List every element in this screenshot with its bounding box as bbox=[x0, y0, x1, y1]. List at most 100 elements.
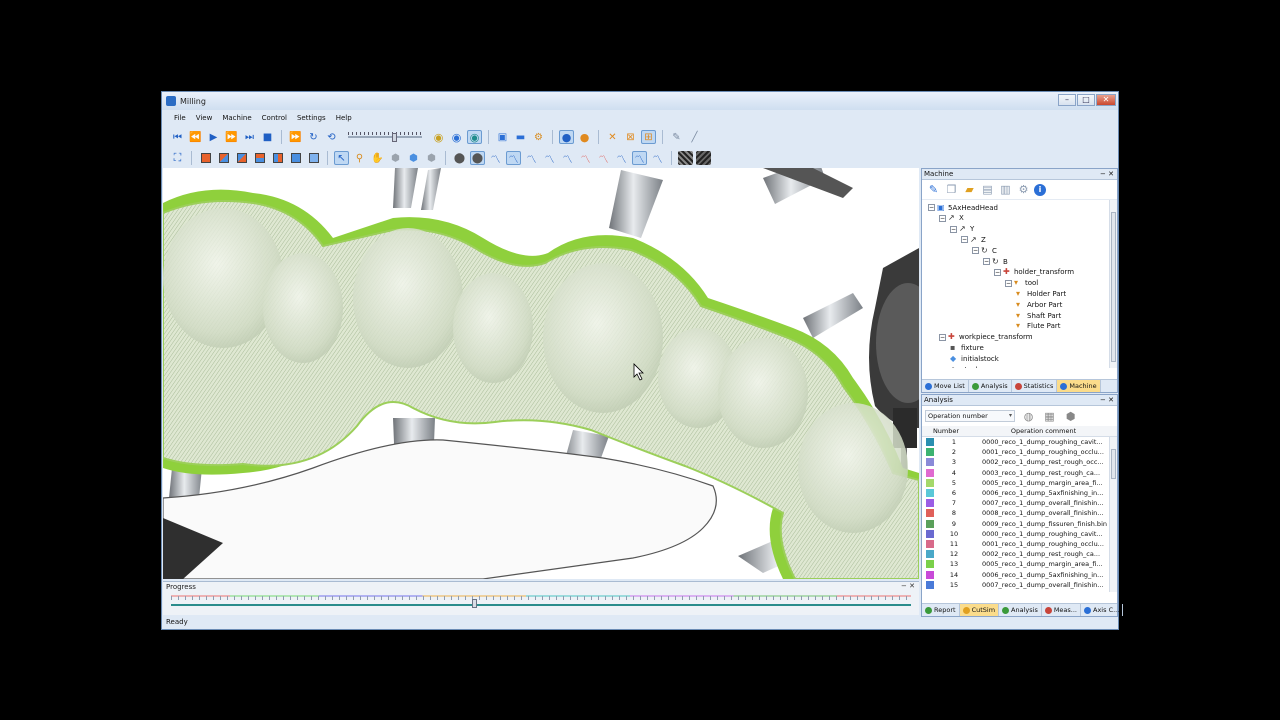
path-icon-2[interactable]: 〽 bbox=[506, 151, 521, 166]
menu-file[interactable]: File bbox=[174, 114, 186, 122]
tree-item[interactable]: − ↗ X bbox=[939, 213, 964, 224]
loop-icon[interactable]: ↻ bbox=[306, 130, 321, 144]
tree-item[interactable]: ▾ Shaft Part bbox=[1016, 310, 1061, 321]
table-row[interactable]: 3 0002_reco_1_dump_rest_rough_occ... bbox=[922, 457, 1117, 467]
hand-icon[interactable]: ✋ bbox=[370, 151, 385, 165]
view-cube-6-icon[interactable] bbox=[288, 151, 303, 165]
progress-slider-knob[interactable] bbox=[472, 599, 478, 608]
sphere-icon[interactable]: ◉ bbox=[467, 130, 482, 144]
shape-gray-icon[interactable]: ⬢ bbox=[388, 151, 403, 165]
machine-panel-controls[interactable]: − ✕ bbox=[1100, 169, 1114, 180]
export-icon[interactable]: ▥ bbox=[998, 182, 1013, 197]
ruler-icon[interactable]: ▬ bbox=[513, 130, 528, 144]
view-cube-3-icon[interactable] bbox=[234, 151, 249, 165]
rewind-start-icon[interactable]: ⏮ bbox=[170, 130, 185, 144]
menu-view[interactable]: View bbox=[196, 114, 213, 122]
progress-track[interactable] bbox=[171, 604, 911, 606]
disc-icon[interactable]: ◉ bbox=[449, 130, 464, 144]
collision-grid-icon[interactable]: ⊠ bbox=[623, 130, 638, 144]
fast-forward-icon[interactable]: ⏩ bbox=[288, 130, 303, 144]
tool-pick-icon[interactable]: ✎ bbox=[669, 130, 684, 144]
step-forward-icon[interactable]: ⏩ bbox=[224, 130, 239, 144]
analysis-mode-select[interactable]: Operation number bbox=[925, 410, 1015, 422]
tree-item[interactable]: ▾ Holder Part bbox=[1016, 288, 1066, 299]
table-row[interactable]: 4 0003_reco_1_dump_rest_rough_ca... bbox=[922, 468, 1117, 478]
tree-expander[interactable]: − bbox=[961, 236, 968, 244]
table-row[interactable]: 6 0006_reco_1_dump_5axfinishing_in... bbox=[922, 488, 1117, 498]
tree-expander[interactable]: − bbox=[1005, 279, 1012, 287]
view-cube-5-icon[interactable] bbox=[270, 151, 285, 165]
tree-item[interactable]: − ↻ C bbox=[972, 245, 997, 256]
path-icon-3[interactable]: 〽 bbox=[524, 151, 539, 166]
tree-item[interactable]: − ▾ tool bbox=[1005, 278, 1038, 289]
info-icon[interactable]: i bbox=[1034, 183, 1046, 196]
cube-blue-icon[interactable]: ⬢ bbox=[406, 151, 421, 165]
grid-icon[interactable]: ▦ bbox=[1042, 409, 1057, 424]
tab-report[interactable]: Report bbox=[922, 604, 960, 616]
path-icon-10[interactable]: 〽 bbox=[650, 151, 665, 166]
tree-item[interactable]: ▾ Arbor Part bbox=[1016, 299, 1062, 310]
droplet-active-icon[interactable]: ⬤ bbox=[470, 151, 485, 165]
tab-axis-c[interactable]: Axis C... bbox=[1081, 604, 1124, 616]
path-icon-7[interactable]: 〽 bbox=[596, 151, 611, 166]
save-icon[interactable]: ▤ bbox=[980, 182, 995, 197]
tree-expander[interactable]: − bbox=[950, 225, 957, 233]
texture-icon[interactable] bbox=[678, 151, 693, 165]
step-back-icon[interactable]: ⏪ bbox=[188, 130, 203, 144]
table-row[interactable]: 8 0008_reco_1_dump_overall_finishin... bbox=[922, 508, 1117, 518]
orange-sphere-icon[interactable]: ● bbox=[577, 130, 592, 144]
3d-viewport[interactable] bbox=[163, 168, 919, 579]
table-scrollbar[interactable] bbox=[1109, 437, 1117, 592]
settings-icon[interactable]: ⚙ bbox=[1016, 182, 1031, 197]
play-icon[interactable]: ▶ bbox=[206, 130, 221, 144]
table-row[interactable]: 5 0005_reco_1_dump_margin_area_fi... bbox=[922, 478, 1117, 488]
path-icon-6[interactable]: 〽 bbox=[578, 151, 593, 166]
table-row[interactable]: 11 0001_reco_1_dump_roughing_occlu... bbox=[922, 539, 1117, 549]
column-comment[interactable]: Operation comment bbox=[970, 426, 1117, 436]
tree-expander[interactable]: − bbox=[939, 333, 946, 341]
tree-item[interactable]: − ↻ B bbox=[983, 256, 1008, 267]
tree-expander[interactable]: − bbox=[983, 258, 990, 265]
stop-icon[interactable]: ■ bbox=[260, 130, 275, 144]
tree-item[interactable]: − ▣ 5AxHeadHead bbox=[928, 202, 998, 213]
tab-meas[interactable]: Meas... bbox=[1042, 604, 1082, 616]
path-icon-8[interactable]: 〽 bbox=[614, 151, 629, 166]
tab-statistics[interactable]: Statistics bbox=[1012, 380, 1058, 392]
table-row[interactable]: 9 0009_reco_1_dump_fissuren_finish.bin bbox=[922, 519, 1117, 529]
tab-analysis[interactable]: Analysis bbox=[999, 604, 1042, 616]
path-icon-1[interactable]: 〽 bbox=[488, 151, 503, 166]
tab-move-list[interactable]: Move List bbox=[922, 380, 969, 392]
tab-analysis[interactable]: Analysis bbox=[969, 380, 1012, 392]
table-row[interactable]: 7 0007_reco_1_dump_overall_finishin... bbox=[922, 498, 1117, 508]
droplet-icon[interactable]: ⬤ bbox=[452, 151, 467, 165]
window-icon[interactable]: ▣ bbox=[495, 130, 510, 144]
tree-expander[interactable]: − bbox=[939, 214, 946, 222]
table-row[interactable]: 1 0000_reco_1_dump_roughing_cavit... bbox=[922, 437, 1117, 447]
tree-expander[interactable]: − bbox=[972, 247, 979, 255]
tree-scrollbar[interactable] bbox=[1109, 200, 1117, 368]
tab-cutsim[interactable]: CutSim bbox=[959, 604, 1000, 616]
globe-icon[interactable]: ● bbox=[559, 130, 574, 144]
texture-dark-icon[interactable] bbox=[696, 151, 711, 165]
collision-icon[interactable]: ✕ bbox=[605, 130, 620, 144]
speed-slider-knob[interactable] bbox=[392, 133, 397, 142]
menu-help[interactable]: Help bbox=[336, 114, 352, 122]
tool-line-icon[interactable]: ╱ bbox=[687, 130, 702, 144]
tree-item[interactable]: ◆stock bbox=[950, 364, 980, 368]
tree-expander[interactable]: − bbox=[994, 268, 1001, 276]
table-row[interactable]: 12 0002_reco_1_dump_rest_rough_ca... bbox=[922, 549, 1117, 559]
tree-item[interactable]: ▪ fixture bbox=[950, 342, 984, 353]
progress-panel-controls[interactable]: − ✕ bbox=[901, 582, 915, 590]
tree-item[interactable]: ◆ initialstock bbox=[950, 353, 999, 364]
tree-item[interactable]: − ↗ Y bbox=[950, 224, 974, 235]
table-row[interactable]: 15 0007_reco_1_dump_overall_finishin... bbox=[922, 580, 1117, 590]
tree-item[interactable]: ▾ Flute Part bbox=[1016, 321, 1061, 332]
menu-control[interactable]: Control bbox=[262, 114, 287, 122]
tab-machine[interactable]: Machine bbox=[1057, 380, 1101, 392]
cube-icon[interactable]: ⬢ bbox=[1063, 409, 1078, 424]
tree-item[interactable]: − ✚ workpiece_transform bbox=[939, 332, 1033, 343]
view-cube-4-icon[interactable] bbox=[252, 151, 267, 165]
clock-icon[interactable]: ◉ bbox=[431, 130, 446, 144]
collision-check-icon[interactable]: ⊞ bbox=[641, 130, 656, 144]
view-cube-2-icon[interactable] bbox=[216, 151, 231, 165]
